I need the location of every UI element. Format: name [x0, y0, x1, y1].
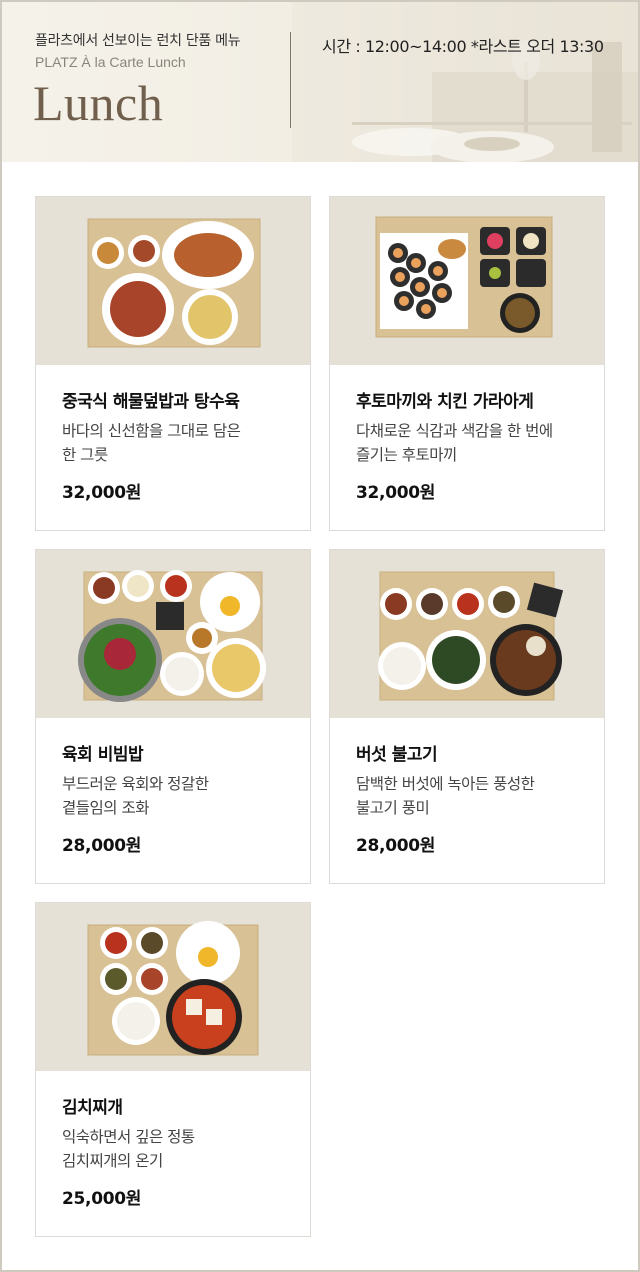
header-subtitle: 플라츠에서 선보이는 런치 단품 메뉴	[35, 33, 241, 49]
dish-photo	[330, 197, 604, 365]
menu-name: 김치찌개	[62, 1098, 123, 1118]
menu-price: 32,000원	[356, 483, 436, 503]
menu-price: 28,000원	[356, 836, 436, 856]
header-subtitle-en: PLATZ À la Carte Lunch	[35, 54, 186, 70]
menu-name: 버섯 불고기	[356, 745, 438, 765]
menu-description: 부드러운 육회와 정갈한 곁들임의 조화	[62, 775, 209, 817]
menu-card-mushroom-bulgogi[interactable]: 버섯 불고기 담백한 버섯에 녹아든 풍성한 불고기 풍미 28,000원	[329, 549, 605, 884]
restaurant-background-image	[292, 2, 638, 162]
header-divider	[290, 32, 291, 128]
dish-photo	[36, 550, 310, 718]
page-title: Lunch	[33, 75, 164, 131]
menu-description: 담백한 버섯에 녹아든 풍성한 불고기 풍미	[356, 775, 535, 817]
menu-name: 육회 비빔밥	[62, 745, 144, 765]
menu-description: 바다의 신선함을 그대로 담은 한 그릇	[62, 422, 241, 464]
menu-price: 25,000원	[62, 1189, 142, 1209]
menu-card-seafood-rice[interactable]: 중국식 해물덮밥과 탕수육 바다의 신선함을 그대로 담은 한 그릇 32,000…	[35, 196, 311, 531]
menu-card-yukhoe-bibimbap[interactable]: 육회 비빔밥 부드러운 육회와 정갈한 곁들임의 조화 28,000원	[35, 549, 311, 884]
menu-card-kimchi-jjigae[interactable]: 김치찌개 익숙하면서 깊은 정통 김치찌개의 온기 25,000원	[35, 902, 311, 1237]
header-banner: 플라츠에서 선보이는 런치 단품 메뉴 PLATZ À la Carte Lun…	[2, 2, 638, 162]
menu-name: 중국식 해물덮밥과 탕수육	[62, 392, 240, 412]
menu-price: 28,000원	[62, 836, 142, 856]
dish-photo	[36, 903, 310, 1071]
menu-description: 익숙하면서 깊은 정통 김치찌개의 온기	[62, 1128, 195, 1170]
dish-photo	[36, 197, 310, 365]
menu-price: 32,000원	[62, 483, 142, 503]
dish-photo	[330, 550, 604, 718]
opening-hours: 시간 : 12:00~14:00 *라스트 오더 13:30	[322, 37, 604, 56]
menu-card-futomaki[interactable]: 후토마끼와 치킨 가라아게 다채로운 식감과 색감을 한 번에 즐기는 후토마끼 …	[329, 196, 605, 531]
menu-name: 후토마끼와 치킨 가라아게	[356, 392, 534, 412]
menu-description: 다채로운 식감과 색감을 한 번에 즐기는 후토마끼	[356, 422, 553, 464]
